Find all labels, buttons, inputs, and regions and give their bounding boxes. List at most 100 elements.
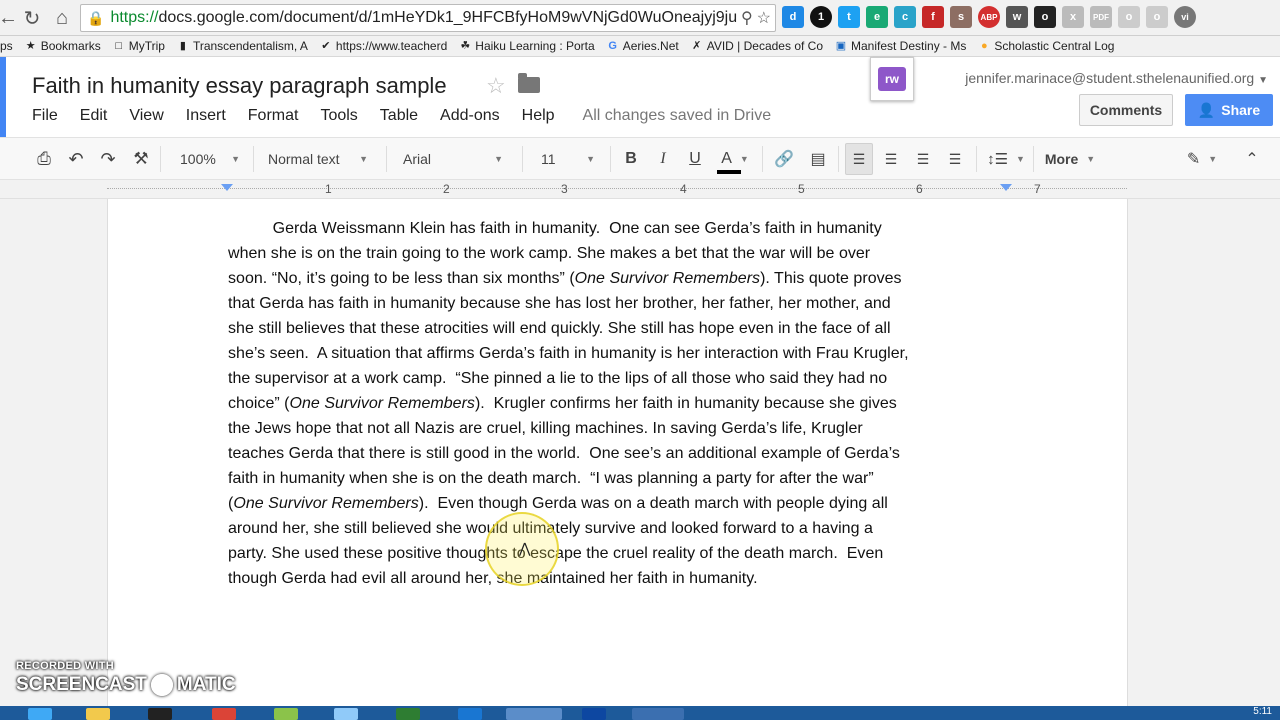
redo-icon[interactable]: ↷	[96, 138, 120, 180]
chevron-down-icon: ▼	[739, 154, 749, 164]
folder-icon[interactable]	[518, 73, 540, 93]
extension-s-icon[interactable]: s	[950, 6, 972, 28]
bookmark-manifest-destiny[interactable]: ▣ Manifest Destiny - Ms	[835, 39, 967, 53]
site-icon: ☘	[460, 40, 471, 52]
paragraph-style-select[interactable]: Normal text ▼	[260, 138, 376, 180]
comment-icon[interactable]: ▤	[805, 138, 831, 180]
file-explorer-icon[interactable]	[86, 708, 110, 720]
link-icon[interactable]: 🔗	[771, 138, 797, 180]
site-icon: ✔	[321, 40, 331, 52]
extension-c-icon[interactable]: c	[894, 6, 916, 28]
extension-one-icon[interactable]: 1	[810, 6, 832, 28]
chevron-down-icon: ▼	[359, 154, 368, 164]
undo-icon[interactable]: ↶	[64, 138, 88, 180]
line-spacing-icon[interactable]: ↕☰ ▼	[984, 138, 1028, 180]
share-button[interactable]: 👤 Share	[1185, 94, 1273, 126]
zoom-select[interactable]: 100% ▼	[172, 138, 248, 180]
font-size-select[interactable]: 11 ▼	[533, 138, 603, 180]
bookmarks-bar: ps ★ Bookmarks □ MyTrip ▮ Transcendentalism…	[0, 36, 1280, 57]
essay-paragraph[interactable]: Gerda Weissmann Klein has faith in human…	[228, 216, 1018, 591]
extension-o-icon[interactable]: o	[1034, 6, 1056, 28]
chrome-active-icon[interactable]	[506, 708, 562, 720]
align-justify-icon[interactable]: ☰	[942, 138, 968, 180]
menu-help[interactable]: Help	[522, 107, 555, 125]
tool-icon[interactable]	[274, 708, 298, 720]
bookmark-bookmarks[interactable]: ★ Bookmarks	[25, 39, 101, 53]
bookmark-haiku[interactable]: ☘ Haiku Learning : Porta	[459, 39, 594, 53]
collapse-menu-icon[interactable]: ⌃	[1240, 138, 1264, 180]
document-page[interactable]: Gerda Weissmann Klein has faith in human…	[107, 199, 1128, 720]
read-write-addon-button[interactable]: rw	[870, 57, 914, 101]
document-title[interactable]: Faith in humanity essay paragraph sample	[32, 73, 447, 99]
bookmark-scholastic[interactable]: ● Scholastic Central Log	[978, 39, 1114, 53]
menu-insert[interactable]: Insert	[186, 107, 226, 125]
essay-line: choice” (One Survivor Remembers). Krugle…	[228, 395, 897, 412]
italic-button[interactable]: I	[651, 138, 675, 180]
bookmark-star-icon[interactable]: ☆	[757, 8, 771, 28]
pdf-icon[interactable]: PDF	[1090, 6, 1112, 28]
left-indent-marker[interactable]	[221, 184, 233, 191]
dropbox-icon[interactable]	[458, 708, 482, 720]
twitter-icon[interactable]: t	[838, 6, 860, 28]
menu-add-ons[interactable]: Add-ons	[440, 107, 500, 125]
ruler-number: 3	[561, 182, 568, 196]
account-email[interactable]: jennifer.marinace@student.sthelenaunifie…	[965, 70, 1268, 86]
bold-button[interactable]: B	[619, 138, 643, 180]
essay-line: soon. “No, it’s going to be less than si…	[228, 270, 902, 287]
app-circle-icon[interactable]	[632, 708, 684, 720]
media-player-icon[interactable]	[148, 708, 172, 720]
comments-button[interactable]: Comments	[1079, 94, 1173, 126]
text-color-button[interactable]: A ▼	[714, 138, 756, 180]
ruler: 1 2 3 4 5 6 7	[0, 180, 1280, 199]
right-indent-marker[interactable]	[1000, 184, 1012, 191]
essay-line: the supervisor at a work camp. “She pinn…	[228, 370, 888, 387]
menu-tools[interactable]: Tools	[320, 107, 357, 125]
search-icon[interactable]: ⚲	[741, 8, 753, 28]
extension-gray2-icon[interactable]: o	[1146, 6, 1168, 28]
screencast-logo-icon	[150, 674, 173, 696]
extension-f-icon[interactable]: f	[922, 6, 944, 28]
font-select[interactable]: Arial ▼	[395, 138, 511, 180]
underline-button[interactable]: U	[683, 138, 707, 180]
align-left-icon[interactable]: ☰	[845, 143, 873, 175]
bookmark-mytrip[interactable]: □ MyTrip	[113, 39, 165, 53]
bookmark-cut-off[interactable]: ps	[0, 39, 13, 53]
extension-e-icon[interactable]: e	[866, 6, 888, 28]
page-icon: □	[115, 40, 123, 52]
extension-d-icon[interactable]: d	[782, 6, 804, 28]
bookmark-aeries[interactable]: G Aeries.Net	[607, 39, 678, 53]
app-green-icon[interactable]	[396, 708, 420, 720]
extension-w-icon[interactable]: w	[1006, 6, 1028, 28]
book-title-citation: One Survivor Remembers	[289, 395, 475, 412]
menu-view[interactable]: View	[129, 107, 163, 125]
extension-gray1-icon[interactable]: o	[1118, 6, 1140, 28]
paint-format-icon[interactable]: ⚒	[129, 138, 153, 180]
formatting-toolbar: ⎙ ↶ ↷ ⚒ 100% ▼ Normal text ▼ Arial ▼ 11 ▼ B …	[0, 137, 1280, 180]
menu-table[interactable]: Table	[380, 107, 418, 125]
menu-edit[interactable]: Edit	[80, 107, 108, 125]
bookmark-transcendentalism[interactable]: ▮ Transcendentalism, A	[177, 39, 308, 53]
menu-file[interactable]: File	[32, 107, 58, 125]
print-icon[interactable]: ⎙	[32, 138, 56, 180]
monitor-icon[interactable]	[334, 708, 358, 720]
menu-format[interactable]: Format	[248, 107, 299, 125]
internet-explorer-icon[interactable]	[28, 708, 52, 720]
extension-x-icon[interactable]: x	[1062, 6, 1084, 28]
bookmark-teacher[interactable]: ✔ https://www.teacherd	[320, 39, 447, 53]
extension-vi-icon[interactable]: vi	[1174, 6, 1196, 28]
more-button[interactable]: More ▼	[1040, 138, 1100, 180]
align-center-icon[interactable]: ☰	[878, 138, 904, 180]
adblock-icon[interactable]: ABP	[978, 6, 1000, 28]
editing-mode-pencil-icon[interactable]: ✎ ▼	[1182, 138, 1222, 180]
address-bar[interactable]: 🔒 https://docs.google.com/document/d/1mH…	[80, 4, 776, 32]
align-right-icon[interactable]: ☰	[910, 138, 936, 180]
chrome-task-icon[interactable]	[212, 708, 236, 720]
home-icon[interactable]: ⌂	[48, 4, 76, 32]
extension-icons: d 1 t e c f s ABP w o x PDF o o vi	[782, 6, 1196, 28]
reload-icon[interactable]: ↻	[18, 4, 46, 32]
star-icon[interactable]: ☆	[486, 73, 506, 99]
star-icon: ★	[25, 40, 36, 52]
essay-line: party. She used these positive thoughts …	[228, 545, 884, 562]
bookmark-avid[interactable]: ✗ AVID | Decades of Co	[691, 39, 823, 53]
outlook-icon[interactable]	[582, 708, 606, 720]
